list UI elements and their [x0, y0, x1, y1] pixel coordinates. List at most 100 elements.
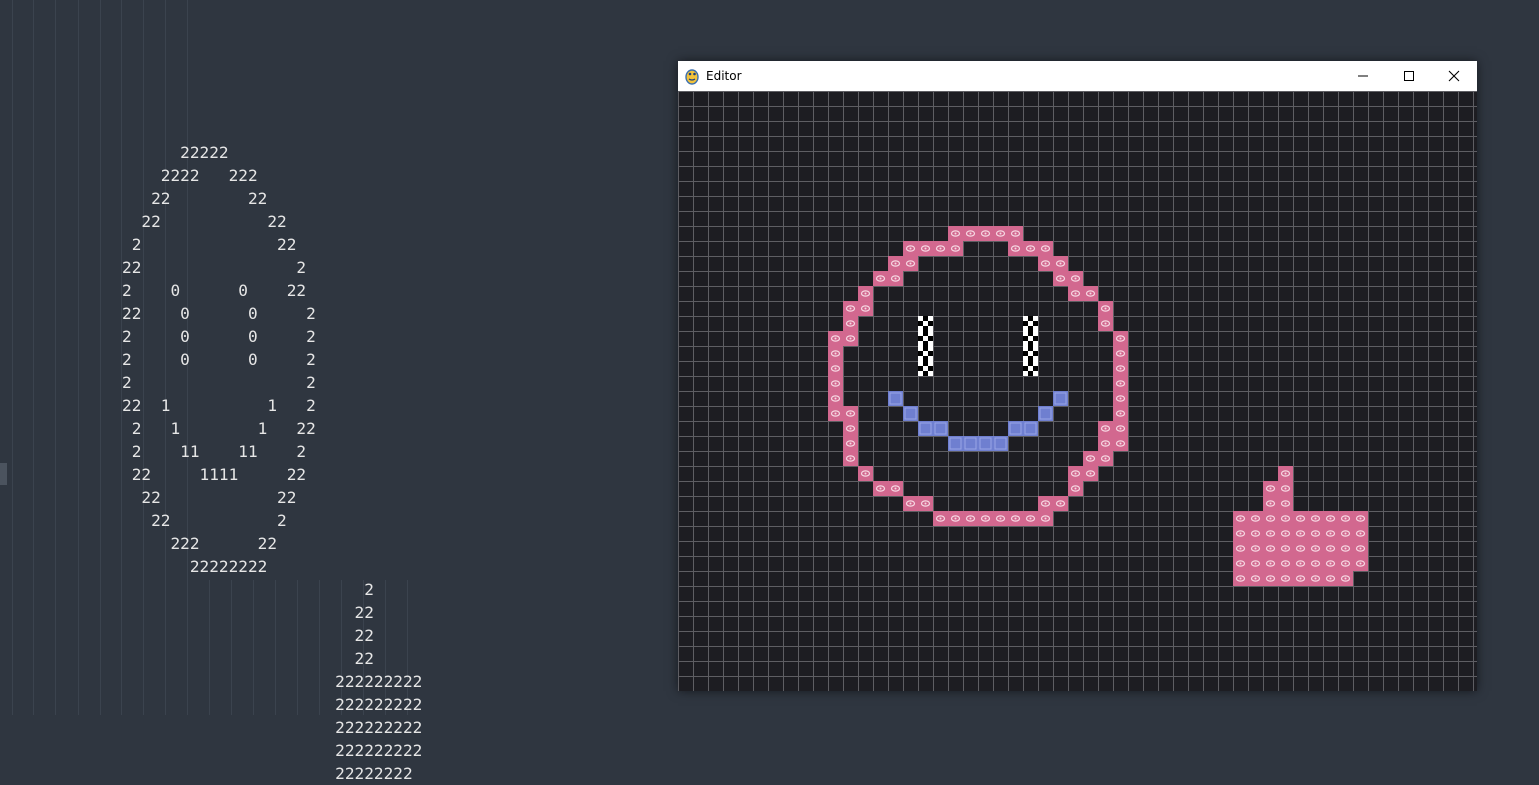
code-line: 222222222 — [122, 718, 423, 737]
pink-chain-tile — [1338, 541, 1353, 556]
pink-chain-tile — [1308, 526, 1323, 541]
pink-chain-tile — [1023, 241, 1038, 256]
pink-chain-tile — [843, 451, 858, 466]
pink-chain-tile — [1068, 271, 1083, 286]
pink-chain-tile — [978, 226, 993, 241]
pink-chain-tile — [1113, 331, 1128, 346]
pink-chain-tile — [993, 226, 1008, 241]
text-editor-pane[interactable]: 22222 2222 222 22 22 22 22 2 22 22 22 0 0… — [0, 0, 660, 783]
minimize-icon — [1358, 75, 1368, 77]
pink-chain-tile — [1113, 346, 1128, 361]
pink-chain-tile — [1233, 526, 1248, 541]
pink-chain-tile — [918, 241, 933, 256]
pink-chain-tile — [1098, 421, 1113, 436]
pink-chain-tile — [1113, 361, 1128, 376]
checker-tile — [918, 331, 933, 346]
pink-chain-tile — [828, 346, 843, 361]
maximize-button[interactable] — [1386, 61, 1432, 91]
pink-chain-tile — [1308, 541, 1323, 556]
code-line: 2 22 — [122, 235, 297, 254]
pink-chain-tile — [1353, 511, 1368, 526]
pink-chain-tile — [873, 481, 888, 496]
maximize-icon — [1404, 71, 1414, 81]
editor-window[interactable]: Editor — [678, 61, 1477, 691]
pink-chain-tile — [918, 496, 933, 511]
pink-chain-tile — [1263, 571, 1278, 586]
pink-chain-tile — [1113, 421, 1128, 436]
pink-chain-tile — [1083, 466, 1098, 481]
pink-chain-tile — [1293, 571, 1308, 586]
code-line: 2 0 0 2 — [122, 327, 316, 346]
close-button[interactable] — [1431, 61, 1477, 91]
pink-chain-tile — [1278, 466, 1293, 481]
blue-tile — [1053, 391, 1068, 406]
pink-chain-tile — [828, 376, 843, 391]
pink-chain-tile — [1323, 511, 1338, 526]
pink-chain-tile — [1038, 511, 1053, 526]
pink-chain-tile — [1338, 526, 1353, 541]
code-line: 22 1111 22 — [122, 465, 307, 484]
window-titlebar[interactable]: Editor — [678, 61, 1477, 91]
pink-chain-tile — [828, 406, 843, 421]
blue-tile — [963, 436, 978, 451]
tile-grid-canvas[interactable] — [678, 91, 1477, 691]
blue-tile — [993, 436, 1008, 451]
code-line: 22 — [122, 649, 374, 668]
pink-chain-tile — [948, 511, 963, 526]
pink-chain-tile — [828, 331, 843, 346]
checker-tile — [918, 361, 933, 376]
pink-chain-tile — [1323, 571, 1338, 586]
pink-chain-tile — [948, 241, 963, 256]
code-line: 22222 — [122, 143, 229, 162]
code-line: 2 0 0 2 — [122, 350, 316, 369]
pink-chain-tile — [873, 271, 888, 286]
code-line: 22222222 — [122, 557, 268, 576]
pink-chain-tile — [1293, 526, 1308, 541]
pink-chain-tile — [1248, 571, 1263, 586]
indent-guide — [55, 0, 56, 715]
window-title: Editor — [706, 69, 742, 83]
code-line: 2 11 11 2 — [122, 442, 307, 461]
pink-chain-tile — [903, 496, 918, 511]
pink-chain-tile — [1023, 511, 1038, 526]
pink-chain-tile — [1113, 376, 1128, 391]
pink-chain-tile — [843, 301, 858, 316]
close-icon — [1448, 70, 1460, 82]
pink-chain-tile — [1008, 241, 1023, 256]
pink-chain-tile — [1113, 406, 1128, 421]
pink-chain-tile — [1308, 556, 1323, 571]
pink-chain-tile — [1248, 526, 1263, 541]
code-line: 22222222 — [122, 764, 413, 783]
code-line: 2 1 1 22 — [122, 419, 316, 438]
code-line: 222222222 — [122, 672, 423, 691]
gutter-marker — [0, 463, 7, 485]
checker-tile — [1023, 361, 1038, 376]
pink-chain-tile — [1293, 511, 1308, 526]
blue-tile — [888, 391, 903, 406]
pink-chain-tile — [858, 286, 873, 301]
pink-chain-tile — [1068, 466, 1083, 481]
pink-chain-tile — [1038, 496, 1053, 511]
checker-tile — [1023, 346, 1038, 361]
minimize-button[interactable] — [1340, 61, 1386, 91]
pink-chain-tile — [933, 511, 948, 526]
pink-chain-tile — [1263, 556, 1278, 571]
pink-chain-tile — [1068, 481, 1083, 496]
pink-chain-tile — [1263, 496, 1278, 511]
indent-guide — [78, 0, 79, 715]
indent-guide — [12, 0, 13, 715]
grid-lines — [678, 91, 1477, 691]
pink-chain-tile — [1293, 556, 1308, 571]
pink-chain-tile — [933, 241, 948, 256]
pink-chain-tile — [1263, 526, 1278, 541]
pink-chain-tile — [828, 361, 843, 376]
pink-chain-tile — [1338, 511, 1353, 526]
checker-tile — [918, 346, 933, 361]
code-line: 2222 222 — [122, 166, 258, 185]
pink-chain-tile — [1083, 451, 1098, 466]
pink-chain-tile — [1278, 526, 1293, 541]
pink-chain-tile — [1038, 241, 1053, 256]
pink-chain-tile — [1308, 511, 1323, 526]
pink-chain-tile — [1248, 511, 1263, 526]
pink-chain-tile — [843, 421, 858, 436]
